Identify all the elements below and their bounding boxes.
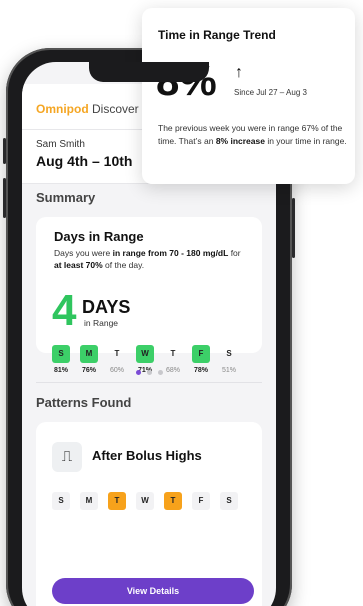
pattern-weekday: W [136, 492, 154, 510]
weekday-label: M [80, 345, 98, 363]
view-details-button[interactable]: View Details [52, 578, 254, 604]
phone-side-button [3, 138, 6, 164]
phone-side-button [292, 198, 295, 258]
weekday-label: T [170, 349, 176, 358]
desc-text: for [228, 248, 241, 258]
trend-body: The previous week you were in range 67% … [158, 122, 348, 147]
card-description: Days you were in range from 70 - 180 mg/… [54, 248, 246, 271]
pattern-weekday: S [220, 492, 238, 510]
time-in-range-trend-card: Time in Range Trend 8% ↑ Since Jul 27 – … [142, 8, 355, 184]
desc-text: Days you were [54, 248, 113, 258]
date-range[interactable]: Aug 4th – 10th [36, 153, 132, 169]
phone-notch [89, 62, 209, 82]
pattern-weekday: S [52, 492, 70, 510]
weekday-label: W [136, 345, 154, 363]
pattern-weekday: M [80, 492, 98, 510]
days-word: DAYS [82, 297, 131, 317]
trend-increase: 8% increase [215, 135, 265, 146]
brand-logo: Omnipod Discover [36, 102, 139, 116]
brand-secondary: Discover [88, 102, 139, 116]
desc-range: in range from 70 - 180 mg/dL [112, 248, 229, 258]
trend-title: Time in Range Trend [158, 28, 276, 42]
trend-body-text: in your time in range. [264, 135, 347, 146]
vial-icon: ⎍ [52, 442, 82, 472]
pagination-dots [22, 362, 276, 380]
weekday-label: F [192, 345, 210, 363]
desc-threshold: at least 70% [54, 259, 103, 270]
pattern-title: After Bolus Highs [92, 448, 202, 463]
weekday-label: T [114, 349, 120, 358]
weekday-label: S [52, 345, 70, 363]
pattern-weekday: T [108, 492, 126, 510]
days-in-range-card[interactable]: Days in Range Days you were in range fro… [36, 217, 262, 374]
pagination-dot[interactable] [146, 370, 152, 375]
trend-since: Since Jul 27 – Aug 3 [234, 88, 307, 97]
weekday-label: S [226, 349, 232, 358]
in-range-label: in Range [84, 318, 119, 328]
desc-text: of the day. [102, 259, 145, 270]
user-name: Sam Smith [36, 139, 85, 150]
summary-section-title: Summary [36, 190, 96, 205]
days-count: 4 [52, 286, 77, 335]
pagination-dot[interactable] [157, 370, 163, 375]
section-divider [36, 382, 262, 383]
phone-side-button [3, 178, 6, 218]
card-title: Days in Range [54, 229, 144, 244]
pattern-weekday: F [192, 492, 210, 510]
patterns-section-title: Patterns Found [36, 395, 132, 410]
pagination-dot[interactable] [135, 370, 141, 375]
arrow-up-icon: ↑ [235, 64, 243, 81]
brand-primary: Omnipod [36, 102, 89, 116]
pattern-weekday: T [164, 492, 182, 510]
